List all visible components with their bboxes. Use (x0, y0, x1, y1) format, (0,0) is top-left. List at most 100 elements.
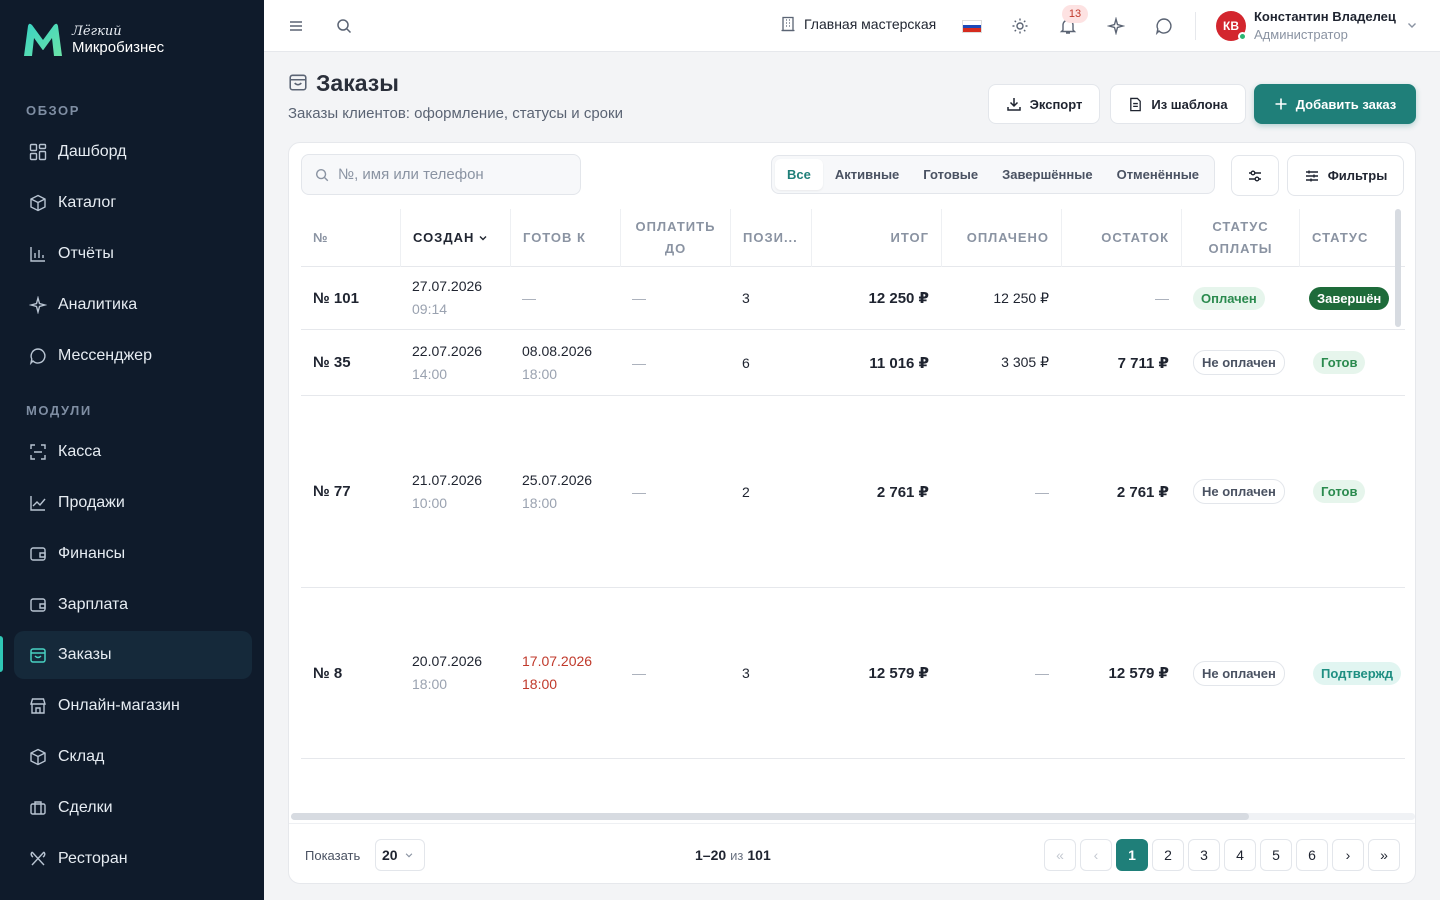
deals-icon (28, 798, 48, 818)
sidebar-item-cashbox[interactable]: Касса (14, 428, 252, 476)
shop-icon (28, 696, 48, 716)
order-number[interactable]: № 35 (301, 330, 400, 395)
column-status[interactable]: СТАТУС (1299, 209, 1405, 267)
sidebar-item-warehouse[interactable]: Склад (14, 733, 252, 781)
sidebar-item-reports[interactable]: Отчёты (14, 230, 252, 278)
from-template-button[interactable]: Из шаблона (1110, 84, 1246, 124)
topbar: Главная мастерская 13 КВ Константин Влад… (264, 0, 1440, 52)
search-icon (315, 168, 329, 181)
pay-by-date: — (632, 665, 646, 681)
theme-sun-icon[interactable] (1008, 14, 1032, 38)
last-page-button[interactable]: » (1368, 839, 1400, 871)
pay-by-date: — (632, 290, 646, 306)
column-ready-by[interactable]: ГОТОВ К (510, 209, 620, 267)
pay-by-cell: — (620, 267, 730, 329)
user-name[interactable]: Константин Владелец (1254, 9, 1396, 24)
table-row[interactable]: № 101 27.07.2026 09:14 — — 3 12 250 ₽ 12 … (301, 267, 1405, 330)
tab-cancelled[interactable]: Отменённые (1105, 159, 1211, 190)
vertical-scrollbar[interactable] (1395, 209, 1401, 327)
created-date: 21.07.2026 (412, 471, 483, 488)
brand-logo[interactable]: Лёгкий Микробизнес (20, 20, 164, 60)
sidebar-item-label: Сделки (58, 799, 113, 816)
column-positions[interactable]: ПОЗИ... (730, 209, 811, 267)
column-paid[interactable]: ОПЛАЧЕНО (941, 209, 1061, 267)
order-number[interactable]: № 101 (301, 267, 400, 329)
page-size-select[interactable]: 20 (375, 839, 425, 871)
created-date: 20.07.2026 (412, 653, 483, 669)
add-order-button[interactable]: Добавить заказ (1254, 84, 1416, 124)
page-3-button[interactable]: 3 (1188, 839, 1220, 871)
sidebar-item-messenger[interactable]: Мессенджер (14, 332, 252, 380)
payment-status-badge: Не оплачен (1193, 660, 1285, 686)
sidebar-item-label: Аналитика (58, 296, 138, 313)
menu-icon[interactable] (284, 14, 308, 38)
page-5-button[interactable]: 5 (1260, 839, 1292, 871)
brand-line2: Микробизнес (72, 39, 165, 56)
tab-ready[interactable]: Готовые (911, 159, 990, 190)
sidebar-item-finance[interactable]: Финансы (14, 530, 252, 578)
table-row[interactable]: № 35 22.07.2026 14:00 08.08.2026 18:00 — 6… (301, 330, 1405, 396)
next-page-button[interactable]: › (1332, 839, 1364, 871)
chevron-down-icon[interactable] (1406, 18, 1418, 36)
sidebar-item-shop[interactable]: Онлайн-магазин (14, 682, 252, 730)
first-page-button[interactable]: « (1044, 839, 1076, 871)
horizontal-scrollbar[interactable] (291, 813, 1249, 820)
sidebar-item-dashboard[interactable]: Дашборд (14, 128, 252, 176)
search-box[interactable] (301, 154, 581, 195)
created-date: 22.07.2026 (412, 342, 483, 359)
table-row[interactable]: № 77 21.07.2026 10:00 25.07.2026 18:00 — 2… (301, 396, 1405, 588)
sidebar-item-deals[interactable]: Сделки (14, 784, 252, 832)
sparkle-icon[interactable] (1104, 14, 1128, 38)
double-chevron-left-icon: « (1056, 847, 1064, 863)
table-row[interactable]: № 8 20.07.2026 18:00 17.07.2026 18:00 — 3 … (301, 588, 1405, 759)
order-number[interactable]: № 8 (301, 588, 400, 758)
messenger-icon (28, 346, 48, 366)
sidebar-item-catalog[interactable]: Каталог (14, 179, 252, 227)
status-badge[interactable]: Готов (1313, 480, 1366, 503)
page-6-button[interactable]: 6 (1296, 839, 1328, 871)
order-number[interactable]: № 77 (301, 396, 400, 587)
column-payment-status[interactable]: СТАТУС ОПЛАТЫ (1181, 209, 1299, 267)
active-indicator (0, 636, 3, 672)
search-icon[interactable] (332, 14, 356, 38)
sidebar-item-restaurant[interactable]: Ресторан (14, 835, 252, 883)
sidebar-item-orders[interactable]: Заказы (14, 631, 252, 679)
page-1-button[interactable]: 1 (1116, 839, 1148, 871)
orders-card: Все Активные Готовые Завершённые Отменён… (288, 142, 1416, 884)
positions-count: 2 (742, 483, 750, 500)
columns-settings-button[interactable] (1231, 155, 1279, 196)
page-subtitle: Заказы клиентов: оформление, статусы и с… (288, 105, 623, 122)
export-button[interactable]: Экспорт (988, 84, 1100, 124)
tab-active[interactable]: Активные (823, 159, 911, 190)
export-label: Экспорт (1029, 96, 1083, 112)
status-badge[interactable]: Подтвержд (1313, 661, 1402, 685)
column-created[interactable]: СОЗДАН (400, 209, 510, 267)
tab-all[interactable]: Все (775, 159, 823, 190)
language-flag-icon[interactable] (962, 20, 982, 33)
sales-icon (28, 493, 48, 513)
sidebar-item-label: Ресторан (58, 850, 128, 867)
search-input[interactable] (338, 166, 568, 183)
column-total[interactable]: ИТОГ (811, 209, 941, 267)
tab-completed[interactable]: Завершённые (990, 159, 1104, 190)
template-label: Из шаблона (1151, 96, 1228, 112)
status-badge[interactable]: Готов (1313, 351, 1366, 374)
payment-status-cell: Оплачен (1181, 267, 1299, 329)
sidebar-item-analytics[interactable]: Аналитика (14, 281, 252, 329)
column-pay-by[interactable]: ОПЛАТИТЬ ДО (620, 209, 730, 267)
column-rest[interactable]: ОСТАТОК (1061, 209, 1181, 267)
sidebar-item-salary[interactable]: Зарплата (14, 581, 252, 629)
positions-count: 3 (742, 665, 750, 681)
sidebar-item-sales[interactable]: Продажи (14, 479, 252, 527)
page-4-button[interactable]: 4 (1224, 839, 1256, 871)
status-badge[interactable]: Завершён (1309, 286, 1390, 310)
page-2-button[interactable]: 2 (1152, 839, 1184, 871)
chat-icon[interactable] (1152, 14, 1176, 38)
prev-page-button[interactable]: ‹ (1080, 839, 1112, 871)
workshop-selector[interactable]: Главная мастерская (780, 16, 936, 32)
column-number[interactable]: № (301, 209, 400, 267)
filters-button[interactable]: Фильтры (1287, 155, 1404, 196)
total-amount: 2 761 ₽ (876, 483, 929, 501)
cashbox-icon (28, 442, 48, 462)
range-total: 101 (747, 847, 771, 863)
